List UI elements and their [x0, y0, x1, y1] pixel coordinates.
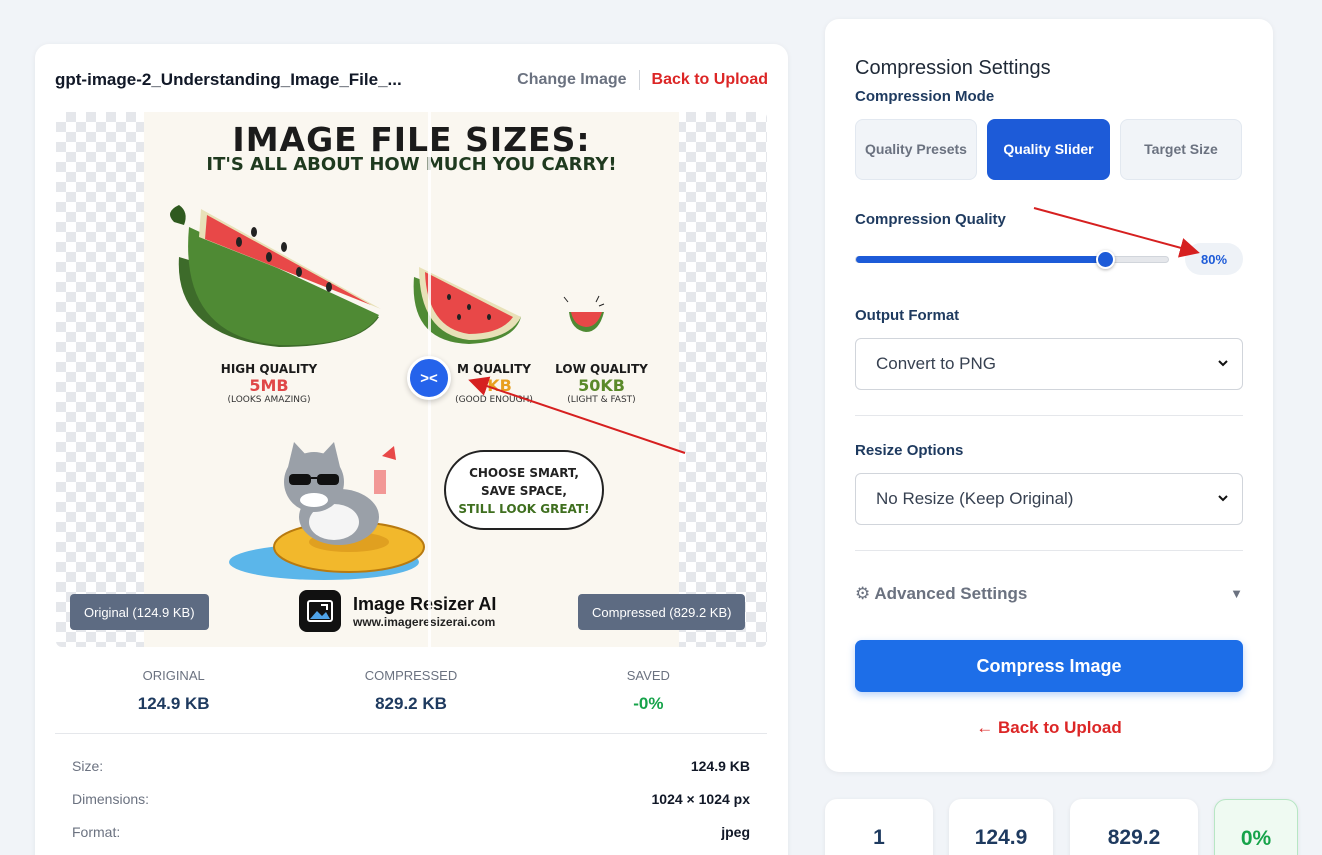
compression-settings-card: Compression Settings Compression Mode Qu… — [825, 19, 1273, 772]
summary-card-original: 124.9 — [949, 799, 1053, 855]
image-resizer-logo-icon — [299, 590, 341, 632]
divider — [855, 550, 1243, 551]
compress-image-button[interactable]: Compress Image — [855, 640, 1243, 692]
tier-medium: M QUALITY 0KB (GOOD ENOUGH) — [455, 362, 533, 405]
speech-bubble: CHOOSE SMART, SAVE SPACE, STILL LOOK GRE… — [444, 450, 604, 530]
file-name: gpt-image-2_Understanding_Image_File_... — [55, 70, 402, 89]
watermelon-medium-icon — [413, 267, 521, 344]
comparison-viewer[interactable]: IMAGE FILE SIZES: IT'S ALL ABOUT HOW MUC… — [56, 112, 767, 647]
advanced-settings-toggle[interactable]: ⚙ Advanced Settings ▼ — [855, 584, 1243, 604]
resize-options-label: Resize Options — [855, 442, 964, 459]
settings-title: Compression Settings — [855, 57, 1051, 79]
image-preview-card: gpt-image-2_Understanding_Image_File_...… — [35, 44, 788, 855]
stat-compressed: COMPRESSED 829.2 KB — [364, 668, 458, 713]
tier-high: HIGH QUALITY 5MB (LOOKS AMAZING) — [220, 362, 318, 405]
chevron-down-icon — [1218, 495, 1228, 502]
resize-options-select[interactable]: No Resize (Keep Original) — [855, 473, 1243, 525]
output-format-label: Output Format — [855, 307, 960, 324]
mode-quality-slider-button[interactable]: Quality Slider — [987, 119, 1110, 180]
stat-saved: SAVED -0% — [626, 668, 670, 713]
mode-quality-presets-button[interactable]: Quality Presets — [855, 119, 977, 180]
quality-label: Compression Quality — [855, 211, 1006, 228]
quality-value-badge: 80% — [1185, 243, 1243, 275]
brand-url: www.imageresizerai.com — [353, 614, 496, 629]
size-stats: ORIGINAL 124.9 KB COMPRESSED 829.2 KB SA… — [55, 664, 767, 734]
change-image-link[interactable]: Change Image — [517, 71, 626, 89]
preview-header: gpt-image-2_Understanding_Image_File_...… — [55, 70, 768, 92]
summary-card-count: 1 — [825, 799, 933, 855]
poster-subtitle: IT'S ALL ABOUT HOW MUCH YOU CARRY! — [206, 154, 617, 175]
triangle-down-icon: ▼ — [1230, 586, 1243, 601]
brand-name: Image Resizer AI — [353, 593, 497, 614]
comparison-handle-icon[interactable]: >< — [407, 356, 451, 400]
back-to-upload-link[interactable]: Back to Upload — [652, 71, 768, 89]
mode-label: Compression Mode — [855, 88, 995, 105]
watermelon-small-icon — [563, 295, 605, 332]
header-actions: Change Image Back to Upload — [517, 70, 768, 90]
watermelon-large-icon — [170, 205, 381, 347]
compressed-size-tag: Compressed (829.2 KB) — [578, 594, 746, 630]
mode-target-size-button[interactable]: Target Size — [1120, 119, 1242, 180]
brand-block: Image Resizer AI www.imageresizerai.com — [299, 590, 496, 632]
original-size-tag: Original (124.9 KB) — [70, 594, 209, 630]
chevron-down-icon — [1218, 360, 1228, 367]
cat-illustration-icon — [229, 442, 425, 580]
quality-slider-fill — [856, 256, 1106, 263]
output-format-select[interactable]: Convert to PNG — [855, 338, 1243, 390]
stat-original: ORIGINAL 124.9 KB — [137, 668, 210, 713]
back-to-upload-bottom-link[interactable]: ← Back to Upload — [825, 718, 1273, 738]
divider — [855, 415, 1243, 416]
quality-slider[interactable] — [855, 250, 1169, 269]
summary-card-compressed: 829.2 — [1070, 799, 1198, 855]
tier-low: LOW QUALITY 50KB (LIGHT & FAST) — [555, 362, 648, 405]
header-divider — [638, 70, 640, 90]
quality-slider-thumb[interactable] — [1095, 250, 1115, 269]
summary-card-saved: 0% — [1214, 799, 1298, 855]
